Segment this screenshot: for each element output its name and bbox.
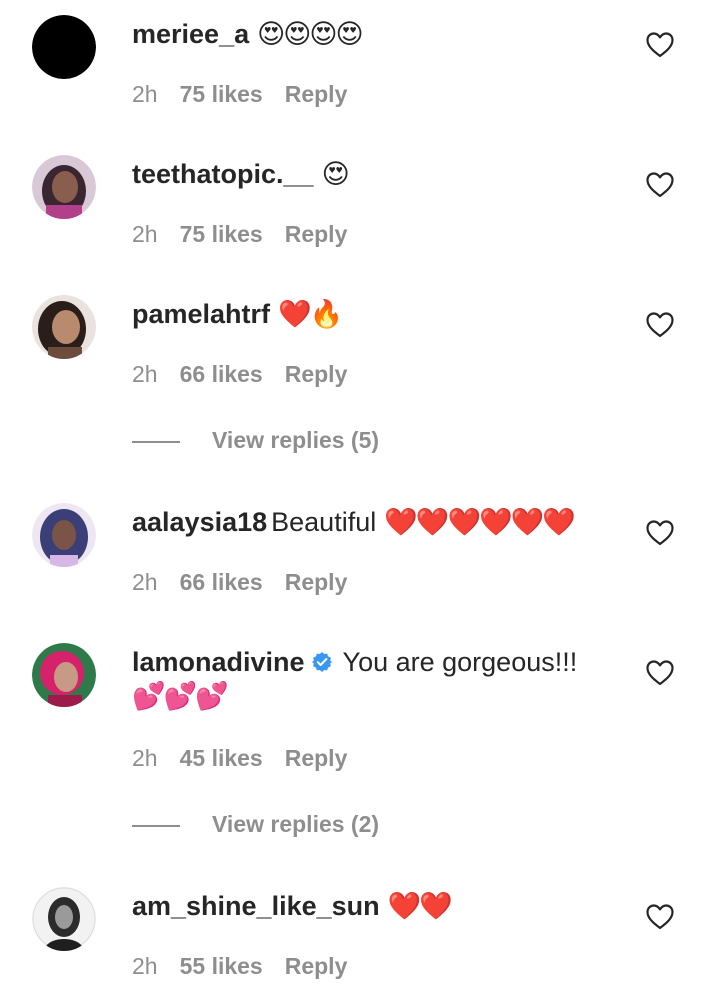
comment-text-line: teethatopic.__ 😍 xyxy=(132,158,630,191)
heart-outline-icon[interactable] xyxy=(646,172,674,198)
avatar[interactable] xyxy=(32,15,96,79)
likes-count[interactable]: 45 likes xyxy=(180,745,263,771)
username[interactable]: aalaysia18 xyxy=(132,507,267,537)
comment-time: 2h xyxy=(132,569,158,595)
comment-body: Beautiful xyxy=(271,507,377,537)
avatar-image xyxy=(32,155,96,219)
comment-time: 2h xyxy=(132,953,158,979)
replies-divider-line xyxy=(132,824,180,827)
reply-button[interactable]: Reply xyxy=(285,221,348,247)
comment-time: 2h xyxy=(132,361,158,387)
comment-text-line: lamonadivine You are gorgeous!!! xyxy=(132,646,630,678)
likes-count[interactable]: 55 likes xyxy=(180,953,263,979)
heart-outline-icon[interactable] xyxy=(646,312,674,338)
comment-body: You are gorgeous!!! xyxy=(342,647,578,677)
avatar[interactable] xyxy=(32,643,96,707)
avatar-image xyxy=(32,503,96,567)
heart-outline-icon[interactable] xyxy=(646,32,674,58)
comment-time: 2h xyxy=(132,745,158,771)
avatar-image xyxy=(32,15,96,79)
username[interactable]: meriee_a xyxy=(132,19,249,49)
heart-outline-icon[interactable] xyxy=(646,904,674,930)
avatar-image xyxy=(32,643,96,707)
avatar-image xyxy=(32,295,96,359)
comment-meta: 2h 45 likes Reply xyxy=(132,744,347,772)
username[interactable]: teethatopic.__ xyxy=(132,159,314,189)
view-replies-button[interactable]: View replies (5) xyxy=(132,426,379,454)
heart-outline-icon[interactable] xyxy=(646,520,674,546)
comment-meta: 2h 66 likes Reply xyxy=(132,568,347,596)
username[interactable]: am_shine_like_sun xyxy=(132,891,380,921)
avatar-image xyxy=(32,887,96,951)
reply-button[interactable]: Reply xyxy=(285,953,348,979)
view-replies-button[interactable]: View replies (2) xyxy=(132,810,379,838)
comment-meta: 2h 66 likes Reply xyxy=(132,360,347,388)
likes-count[interactable]: 66 likes xyxy=(180,569,263,595)
view-replies-label: View replies (5) xyxy=(212,427,380,453)
replies-divider-line xyxy=(132,440,180,443)
comment-emojis: 😍😍😍😍 xyxy=(257,19,364,50)
avatar[interactable] xyxy=(32,295,96,359)
comment-text-line: meriee_a 😍😍😍😍 xyxy=(132,18,630,51)
avatar[interactable] xyxy=(32,155,96,219)
comment-meta: 2h 55 likes Reply xyxy=(132,952,347,980)
reply-button[interactable]: Reply xyxy=(285,81,348,107)
likes-count[interactable]: 75 likes xyxy=(180,81,263,107)
reply-button[interactable]: Reply xyxy=(285,745,348,771)
username[interactable]: lamonadivine xyxy=(132,647,305,677)
view-replies-label: View replies (2) xyxy=(212,811,380,837)
comment-text-line-2: 💕💕💕 xyxy=(132,680,229,713)
comment-emojis: 😍 xyxy=(321,159,350,190)
avatar[interactable] xyxy=(32,887,96,951)
comment-text-line: aalaysia18 Beautiful ❤️❤️❤️❤️❤️❤️ xyxy=(132,506,630,539)
comment-meta: 2h 75 likes Reply xyxy=(132,80,347,108)
likes-count[interactable]: 75 likes xyxy=(180,221,263,247)
reply-button[interactable]: Reply xyxy=(285,361,348,387)
likes-count[interactable]: 66 likes xyxy=(180,361,263,387)
comment-emojis: ❤️❤️ xyxy=(387,891,453,922)
username[interactable]: pamelahtrf xyxy=(132,299,270,329)
comment-emojis: ❤️🔥 xyxy=(278,299,343,330)
avatar[interactable] xyxy=(32,503,96,567)
comment-meta: 2h 75 likes Reply xyxy=(132,220,347,248)
comment-text-line: am_shine_like_sun ❤️❤️ xyxy=(132,890,630,923)
comment-time: 2h xyxy=(132,221,158,247)
verified-badge-icon xyxy=(311,652,332,672)
heart-outline-icon[interactable] xyxy=(646,660,674,686)
comment-time: 2h xyxy=(132,81,158,107)
comment-emojis: 💕💕💕 xyxy=(132,681,229,712)
reply-button[interactable]: Reply xyxy=(285,569,348,595)
comment-emojis: ❤️❤️❤️❤️❤️❤️ xyxy=(384,507,576,538)
comment-text-line: pamelahtrf ❤️🔥 xyxy=(132,298,630,331)
